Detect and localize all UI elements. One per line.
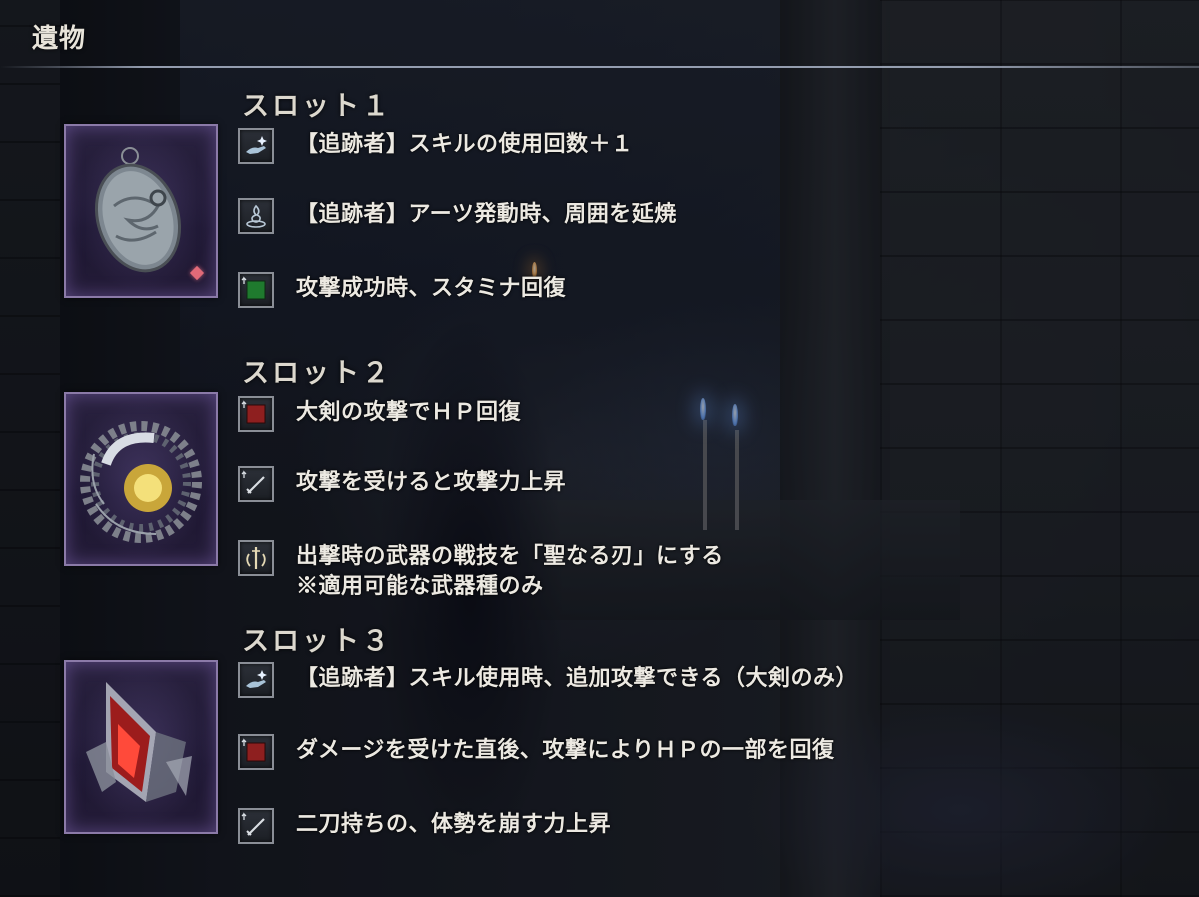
candle-stand (735, 430, 739, 530)
background-wall-left (0, 0, 60, 897)
effect-note: ※適用可能な武器種のみ (296, 573, 544, 599)
slot-2-relic[interactable] (64, 392, 218, 566)
skill-hand-icon (238, 128, 274, 164)
sword-attack-icon (238, 808, 274, 844)
candle-flame-icon (700, 398, 706, 420)
red-hp-icon (238, 396, 274, 432)
nest-relic-icon (80, 421, 202, 543)
background-cloak (700, 690, 1199, 897)
sacred-blade-icon (238, 540, 274, 576)
slot-1-title: スロット１ (242, 91, 392, 122)
candle-flame-icon (732, 404, 738, 426)
crystal-relic-icon (86, 682, 192, 802)
red-hp-icon (238, 734, 274, 770)
flame-arts-icon (238, 198, 274, 234)
green-stamina-icon (238, 272, 274, 308)
sword-attack-icon (238, 466, 274, 502)
effect-text: 【追跡者】スキルの使用回数＋１ (296, 131, 634, 157)
skill-hand-icon (238, 662, 274, 698)
slot-1-relic[interactable] (64, 124, 218, 298)
relic-screen: 遺物 スロット１ 【追跡者】スキルの使用回数＋１ 【追跡者】アーツ発動時、周囲を… (0, 0, 1199, 897)
effect-text: 攻撃成功時、スタミナ回復 (296, 275, 567, 301)
background-curtain (180, 0, 780, 520)
effect-text: 大剣の攻撃でＨＰ回復 (296, 399, 522, 425)
effect-text: 【追跡者】スキル使用時、追加攻撃できる（大剣のみ） (296, 665, 859, 691)
background-brick-wall (880, 0, 1199, 897)
effect-text: ダメージを受けた直後、攻撃によりＨＰの一部を回復 (296, 737, 835, 763)
slot-3-relic[interactable] (64, 660, 218, 834)
effect-text: 出撃時の武器の戦技を「聖なる刃」にする (296, 543, 724, 569)
effect-text: 攻撃を受けると攻撃力上昇 (296, 469, 567, 495)
slot-3-title: スロット３ (242, 626, 392, 657)
effect-text: 【追跡者】アーツ発動時、周囲を延焼 (296, 201, 677, 227)
page-title: 遺物 (32, 24, 87, 54)
candle-stand (703, 420, 707, 530)
effect-text: 二刀持ちの、体勢を崩す力上昇 (296, 811, 612, 837)
slot-2-title: スロット２ (242, 358, 392, 389)
header-divider (0, 66, 1199, 68)
